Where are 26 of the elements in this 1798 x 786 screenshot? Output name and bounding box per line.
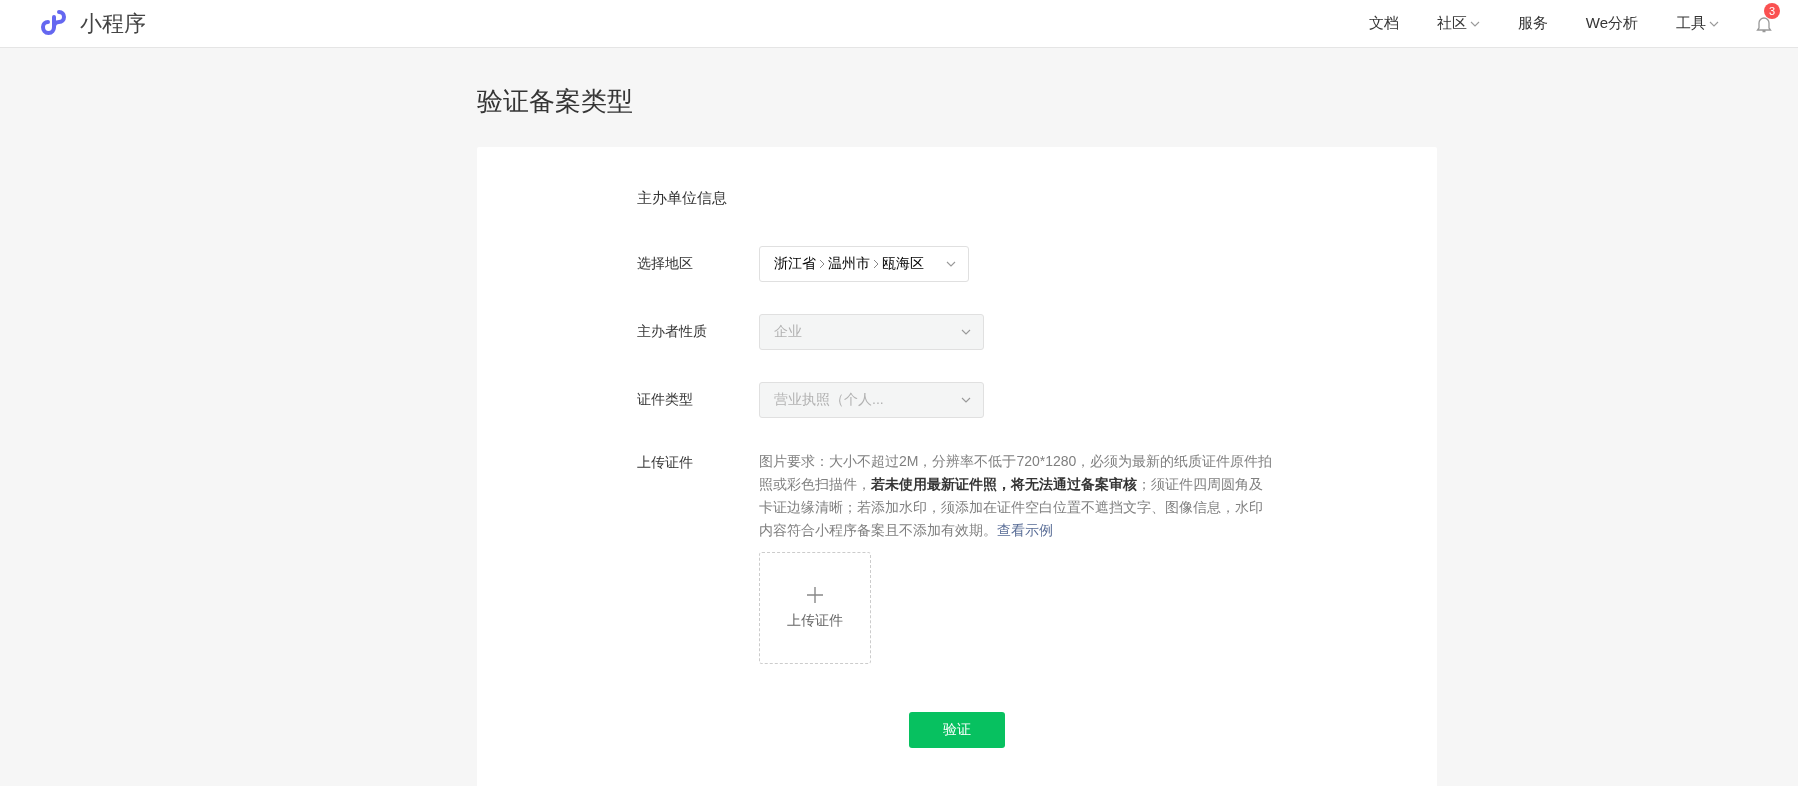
nav-link[interactable]: 文档 (1349, 14, 1418, 33)
chevron-down-icon (961, 397, 971, 403)
nav-link[interactable]: 工具 (1657, 14, 1738, 33)
example-link[interactable]: 查看示例 (997, 522, 1053, 538)
upload-button[interactable]: 上传证件 (759, 552, 871, 664)
field-label: 证件类型 (637, 391, 694, 409)
nav-link[interactable]: We分析 (1566, 14, 1657, 33)
logo-text: 小程序 (80, 9, 146, 38)
nav-link[interactable]: 服务 (1498, 14, 1567, 33)
field-label: 上传证件 (637, 454, 694, 472)
select-field: 营业执照（个人... (759, 382, 984, 418)
chevron-down-icon (961, 329, 971, 335)
field-label: 选择地区 (637, 255, 694, 273)
select-field: 企业 (759, 314, 984, 350)
chevron-right-icon (819, 259, 825, 269)
nav-link[interactable]: 社区 (1417, 14, 1499, 33)
plus-icon (806, 586, 824, 604)
chevron-down-icon (946, 261, 956, 267)
chevron-right-icon (873, 259, 879, 269)
bell-icon[interactable] (1756, 14, 1772, 33)
section-title: 主办单位信息 (637, 189, 728, 208)
page-title: 验证备案类型 (477, 85, 634, 118)
notification-badge: 3 (1764, 2, 1780, 19)
region-select[interactable]: 浙江省 温州市 瓯海区 (759, 246, 969, 282)
upload-requirements: 图片要求：大小不超过2M，分辨率不低于720*1280，必须为最新的纸质证件原件拍照或彩色扫描件，若未使用最新证件照，将无法通过备案审核；须证件四周圆角及卡证边缘清晰；若添加水印，须添加在证件空白位置不遮挡文字、图像信息，水印内容符合小程序备案且不添加有效期。查看示例 (759, 452, 1274, 540)
field-label: 主办者性质 (637, 323, 708, 341)
